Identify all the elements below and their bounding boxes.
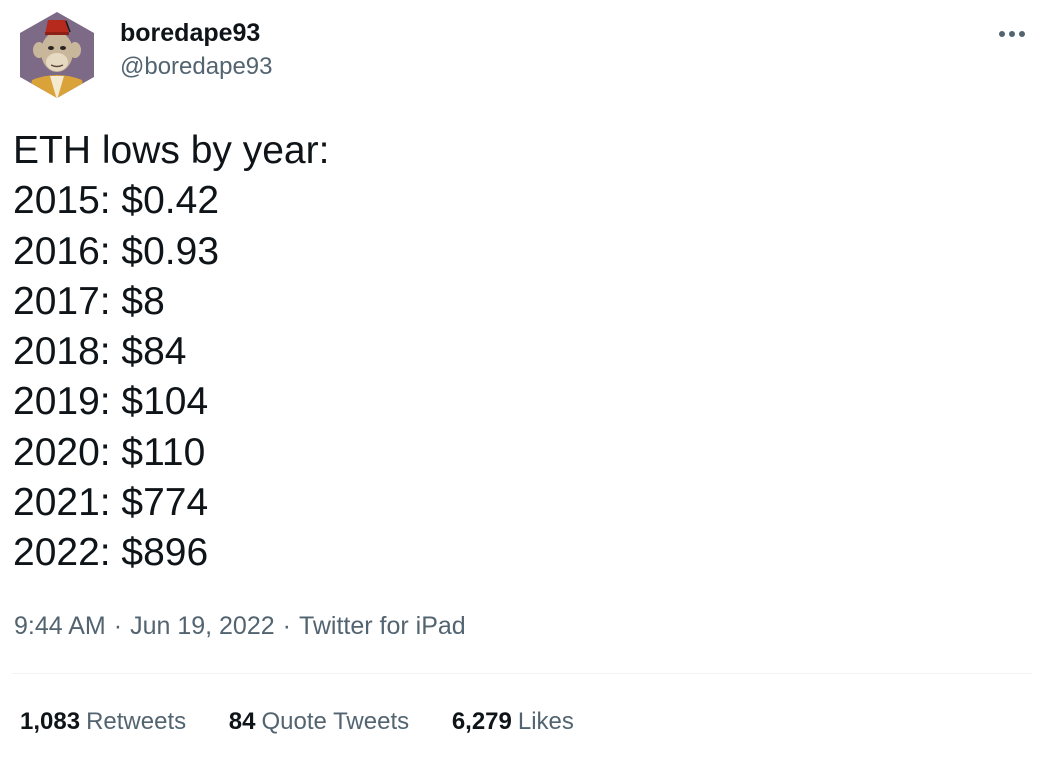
retweets-stat[interactable]: 1,083 Retweets [20,704,186,740]
retweets-label: Retweets [86,708,187,735]
tweet-stats: 1,083 Retweets 84 Quote Tweets 6,279 Likes [20,704,610,740]
likes-stat[interactable]: 6,279 Likes [452,704,574,740]
meta-separator: · [113,612,123,640]
tweet-meta: 9:44 AM · Jun 19, 2022 · Twitter for iPad [14,608,466,644]
likes-label: Likes [517,708,574,735]
tweet-text-line: 2022: $896 [13,531,209,575]
author-info[interactable]: boredape93 @boredape93 [120,16,272,84]
more-options-button[interactable] [994,22,1030,46]
tweet-text: ETH lows by year: 2015: $0.42 2016: $0.9… [13,126,329,579]
quote-tweets-stat[interactable]: 84 Quote Tweets [229,704,409,740]
author-handle[interactable]: @boredape93 [120,50,272,84]
avatar[interactable] [12,10,102,100]
tweet-text-line: 2017: $8 [13,279,165,323]
likes-count: 6,279 [451,708,512,735]
tweet-text-line: 2015: $0.42 [13,179,220,223]
tweet-text-line: 2016: $0.93 [13,229,220,273]
tweet-header: boredape93 @boredape93 [12,10,1038,100]
tweet-card: boredape93 @boredape93 ETH lows by year:… [0,0,1050,762]
tweet-text-line: ETH lows by year: [13,129,330,172]
quote-tweets-label: Quote Tweets [261,708,410,735]
author-display-name[interactable]: boredape93 [120,16,272,50]
divider [12,673,1032,674]
quote-tweets-count: 84 [228,708,256,735]
retweets-count: 1,083 [20,708,81,735]
bored-ape-avatar-image [20,12,94,98]
tweet-date-link[interactable]: Jun 19, 2022 [130,612,275,640]
tweet-text-line: 2018: $84 [13,330,187,374]
tweet-source-link[interactable]: Twitter for iPad [299,612,466,640]
tweet-text-line: 2020: $110 [13,430,206,474]
tweet-text-line: 2021: $774 [13,481,209,525]
meta-separator: · [282,612,291,640]
tweet-text-line: 2019: $104 [13,380,209,424]
more-horizontal-icon [999,31,1025,37]
tweet-time-link[interactable]: 9:44 AM [14,612,106,640]
